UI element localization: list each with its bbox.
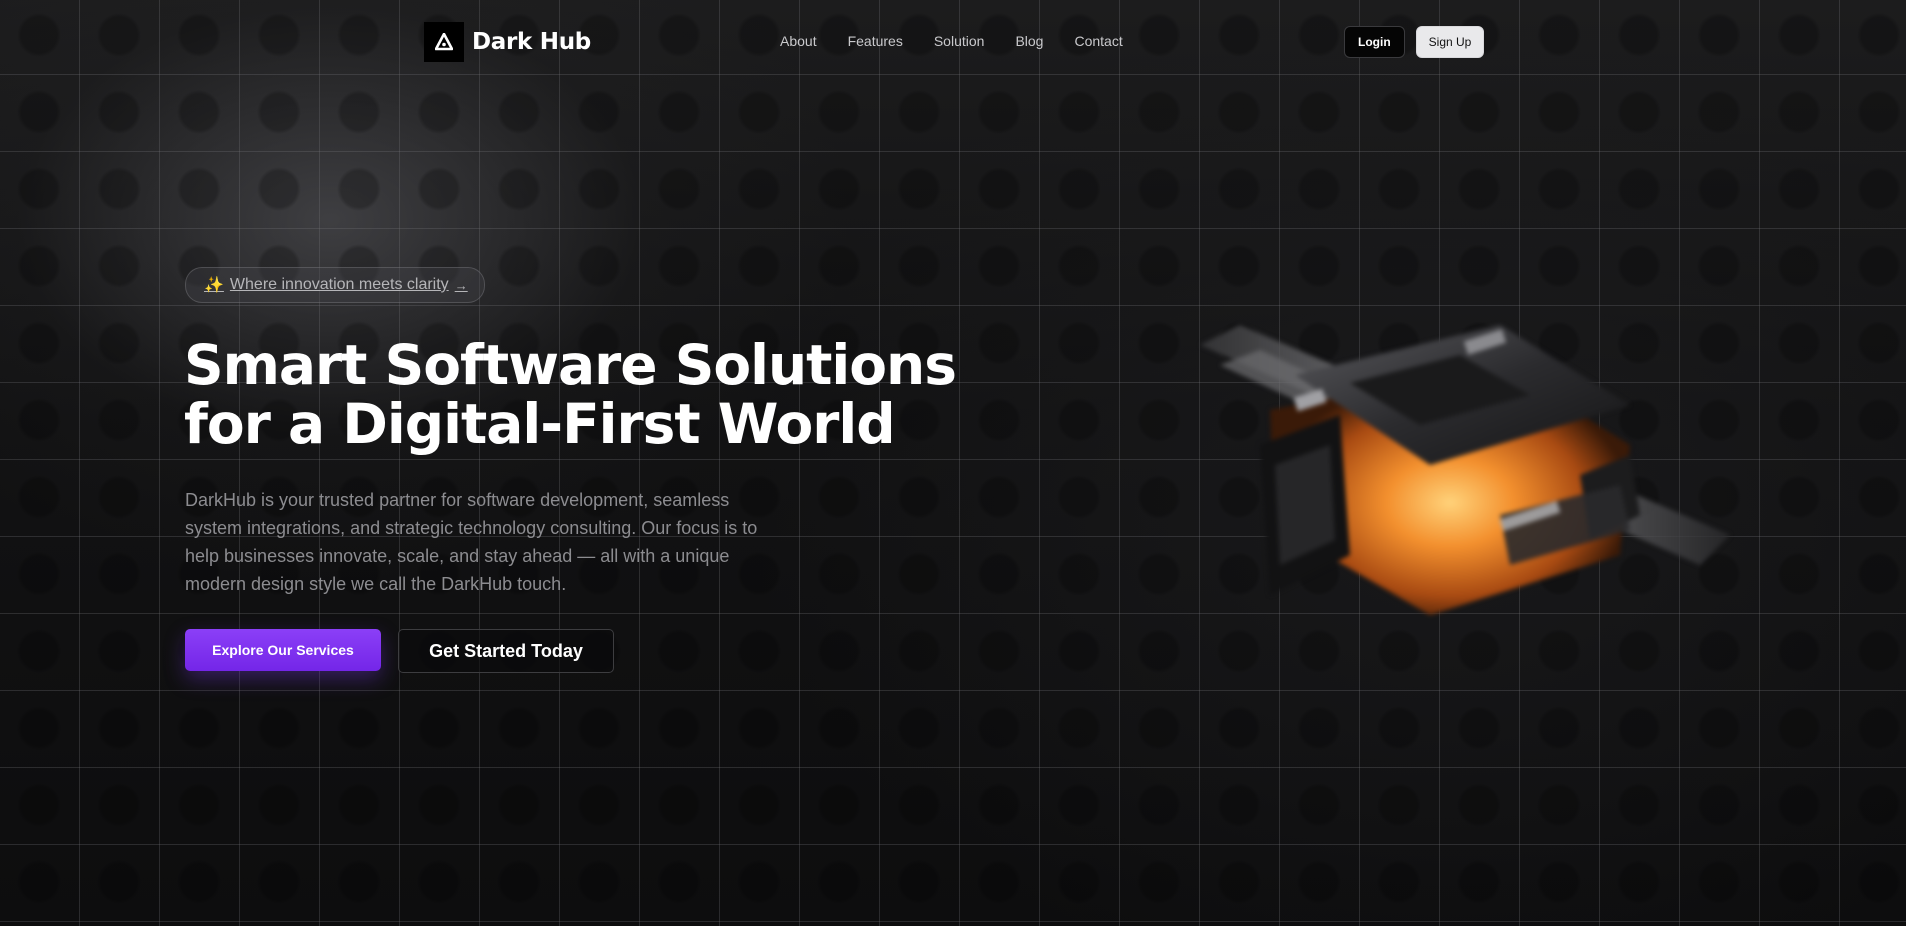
hero-title: Smart Software Solutions for a Digital-F…: [184, 336, 1004, 454]
hero-title-line-1: Smart Software Solutions: [184, 333, 957, 397]
hero-description: DarkHub is your trusted partner for soft…: [185, 490, 758, 594]
nav-link-features[interactable]: Features: [848, 33, 903, 49]
brand-name: Dark Hub: [472, 29, 591, 55]
nav-link-about[interactable]: About: [780, 33, 817, 49]
signup-button[interactable]: Sign Up: [1415, 26, 1485, 58]
arrow-right-icon: →: [454, 277, 468, 293]
auth-actions: Login Sign Up: [1344, 26, 1485, 58]
hero-title-line-2: for a Digital-First World: [184, 392, 896, 456]
nav-link-solution[interactable]: Solution: [934, 33, 985, 49]
nav-link-contact[interactable]: Contact: [1074, 33, 1122, 49]
landing-page: Dark Hub About Features Solution Blog Co…: [0, 0, 1906, 926]
logo-icon: [424, 22, 464, 62]
sparkles-icon: ✨: [204, 277, 224, 294]
announcement-badge[interactable]: ✨ Where innovation meets clarity →: [185, 267, 485, 303]
hero-3d-device-illustration: [1200, 325, 1730, 615]
top-navigation: Dark Hub About Features Solution Blog Co…: [0, 0, 1906, 84]
get-started-button[interactable]: Get Started Today: [398, 629, 614, 673]
login-button[interactable]: Login: [1344, 26, 1405, 58]
nav-link-blog[interactable]: Blog: [1015, 33, 1043, 49]
nav-menu: About Features Solution Blog Contact: [780, 33, 1123, 49]
brand-logo-link[interactable]: Dark Hub: [424, 22, 591, 62]
badge-text: Where innovation meets clarity: [229, 276, 449, 293]
logo-triangle-icon: [435, 33, 453, 51]
explore-services-button[interactable]: Explore Our Services: [185, 629, 381, 671]
